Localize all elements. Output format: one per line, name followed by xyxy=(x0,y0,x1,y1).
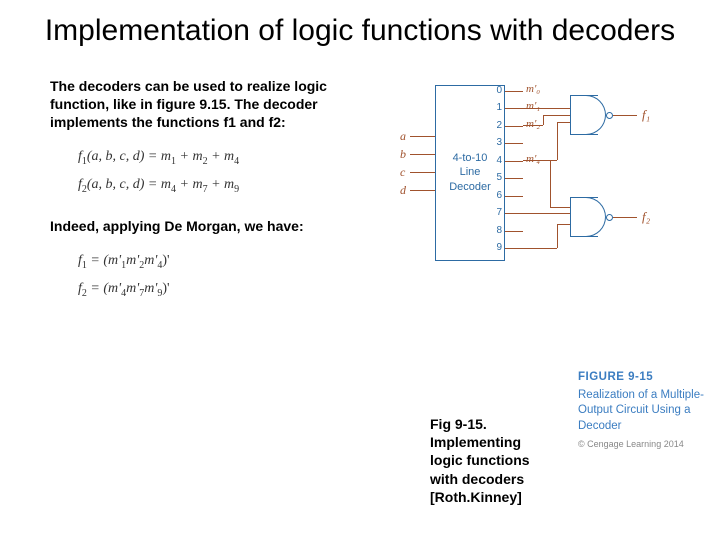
input-d: d xyxy=(400,183,406,198)
f1-label: f₁ xyxy=(642,107,650,123)
eq-f1: f1(a, b, c, d) = m1 + m2 + m4 xyxy=(78,149,330,167)
wire-m4c xyxy=(557,122,570,123)
paragraph-2: Indeed, applying De Morgan, we have: xyxy=(50,217,330,235)
wire-f2-out xyxy=(613,217,637,218)
wire-m4a xyxy=(523,160,557,161)
eq-f2-dm: f2 = (m'4m'7m'9)' xyxy=(78,281,330,299)
output-stub-4 xyxy=(505,161,523,162)
wire2-m9a xyxy=(523,248,557,249)
output-num-1: 1 xyxy=(490,102,502,113)
decoder-diagram: 4-to-10 Line Decoder a b c d 0m'₀1m'₁2m'… xyxy=(330,77,670,287)
nand-gate-f1 xyxy=(570,95,612,135)
figure-text: Realization of a Multiple-Output Circuit… xyxy=(578,388,708,435)
output-stub-9 xyxy=(505,248,523,249)
wire2-m4a xyxy=(550,160,551,207)
eq2-args: (a, b, c, d) = m xyxy=(87,177,171,192)
eq2-p1: + m xyxy=(176,177,203,192)
wire-m1 xyxy=(523,108,570,109)
content: The decoders can be used to realize logi… xyxy=(0,77,720,309)
input-c: c xyxy=(400,165,405,180)
minterm-1: m'₁ xyxy=(526,100,540,112)
wire-a xyxy=(410,136,435,137)
minterm-2: m'₂ xyxy=(526,118,540,130)
eq2-m3: 9 xyxy=(234,184,239,195)
left-column: The decoders can be used to realize logi… xyxy=(0,77,330,309)
wire2-m9b xyxy=(557,224,558,248)
eq4-bp: m' xyxy=(126,281,139,296)
minterm-4: m'₄ xyxy=(526,153,540,165)
wire-m2c xyxy=(543,115,570,116)
eq3-bp: m' xyxy=(126,253,139,268)
output-num-4: 4 xyxy=(490,155,502,166)
output-num-3: 3 xyxy=(490,137,502,148)
eq3-eq: = (m' xyxy=(87,253,121,268)
wire-f1-out xyxy=(613,115,637,116)
eq3-end: )' xyxy=(162,253,169,268)
output-stub-1 xyxy=(505,108,523,109)
f2-label: f₂ xyxy=(642,209,650,225)
wire-m2a xyxy=(523,125,543,126)
output-num-0: 0 xyxy=(490,85,502,96)
wire2-m4b xyxy=(550,207,570,208)
figure-caption-right: FIGURE 9-15 Realization of a Multiple-Ou… xyxy=(578,370,708,450)
output-stub-3 xyxy=(505,143,523,144)
equations-1: f1(a, b, c, d) = m1 + m2 + m4 f2(a, b, c… xyxy=(50,149,330,195)
figure-copyright: © Cengage Learning 2014 xyxy=(578,438,708,450)
page-title: Implementation of logic functions with d… xyxy=(0,0,720,49)
wire-m2b xyxy=(543,115,544,125)
eq-f1-dm: f1 = (m'1m'2m'4)' xyxy=(78,253,330,271)
paragraph-1: The decoders can be used to realize logi… xyxy=(50,77,330,132)
eq-f2: f2(a, b, c, d) = m4 + m7 + m9 xyxy=(78,177,330,195)
wire-b xyxy=(410,154,435,155)
eq4-cp: m' xyxy=(144,281,157,296)
equations-2: f1 = (m'1m'2m'4)' f2 = (m'4m'7m'9)' xyxy=(50,253,330,299)
figure-caption-left: Fig 9-15. Implementing logic functions w… xyxy=(430,415,550,506)
eq1-p1: + m xyxy=(176,149,203,164)
output-stub-5 xyxy=(505,178,523,179)
wire2-m9c xyxy=(557,224,570,225)
wire2-m7 xyxy=(523,213,570,214)
output-num-5: 5 xyxy=(490,172,502,183)
output-num-7: 7 xyxy=(490,207,502,218)
wire-m4b xyxy=(557,122,558,160)
wire-c xyxy=(410,172,435,173)
minterm-0: m'₀ xyxy=(526,83,540,95)
output-stub-7 xyxy=(505,213,523,214)
input-b: b xyxy=(400,147,406,162)
output-stub-2 xyxy=(505,126,523,127)
output-stub-6 xyxy=(505,196,523,197)
nand-gate-f2 xyxy=(570,197,612,237)
input-a: a xyxy=(400,129,406,144)
figure-number: FIGURE 9-15 xyxy=(578,370,708,386)
right-column: 4-to-10 Line Decoder a b c d 0m'₀1m'₁2m'… xyxy=(330,77,720,309)
eq2-p2: + m xyxy=(208,177,235,192)
eq4-end: )' xyxy=(162,281,169,296)
output-num-9: 9 xyxy=(490,242,502,253)
eq4-eq: = (m' xyxy=(87,281,121,296)
eq1-p2: + m xyxy=(208,149,235,164)
output-stub-8 xyxy=(505,231,523,232)
eq3-cp: m' xyxy=(144,253,157,268)
output-num-2: 2 xyxy=(490,120,502,131)
wire-d xyxy=(410,190,435,191)
eq1-m3: 4 xyxy=(234,156,239,167)
output-num-8: 8 xyxy=(490,225,502,236)
eq1-args: (a, b, c, d) = m xyxy=(87,149,171,164)
output-stub-0 xyxy=(505,91,523,92)
output-num-6: 6 xyxy=(490,190,502,201)
